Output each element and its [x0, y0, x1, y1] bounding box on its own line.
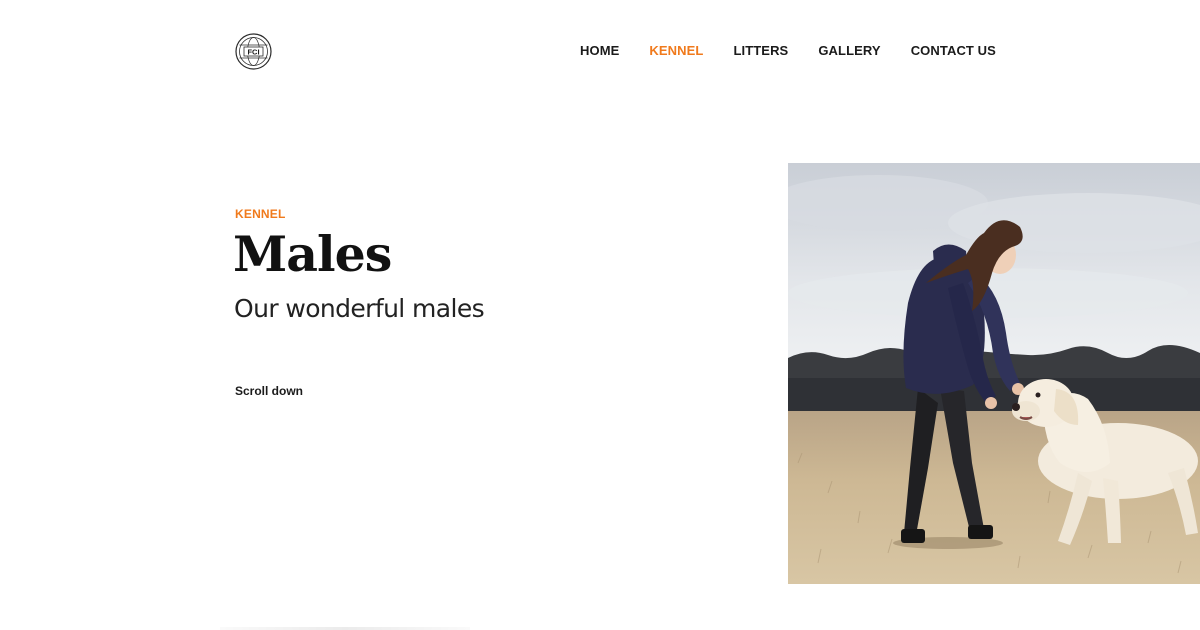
nav-gallery[interactable]: GALLERY	[818, 43, 880, 58]
fci-globe-logo-icon: FCI	[235, 33, 272, 70]
nav-kennel[interactable]: KENNEL	[649, 43, 703, 58]
main-nav: HOME KENNEL LITTERS GALLERY CONTACT US	[580, 43, 996, 58]
girl-with-white-dog-photo	[788, 163, 1200, 584]
hero-photo	[788, 163, 1200, 584]
scroll-down-link[interactable]: Scroll down	[235, 384, 303, 398]
nav-contact-us[interactable]: CONTACT US	[911, 43, 996, 58]
page-title: Males	[233, 225, 392, 283]
section-eyebrow: KENNEL	[235, 207, 286, 221]
nav-home[interactable]: HOME	[580, 43, 619, 58]
site-logo[interactable]: FCI	[235, 33, 272, 70]
page-subtitle: Our wonderful males	[234, 294, 485, 323]
logo-text: FCI	[247, 48, 259, 57]
nav-litters[interactable]: LITTERS	[733, 43, 788, 58]
